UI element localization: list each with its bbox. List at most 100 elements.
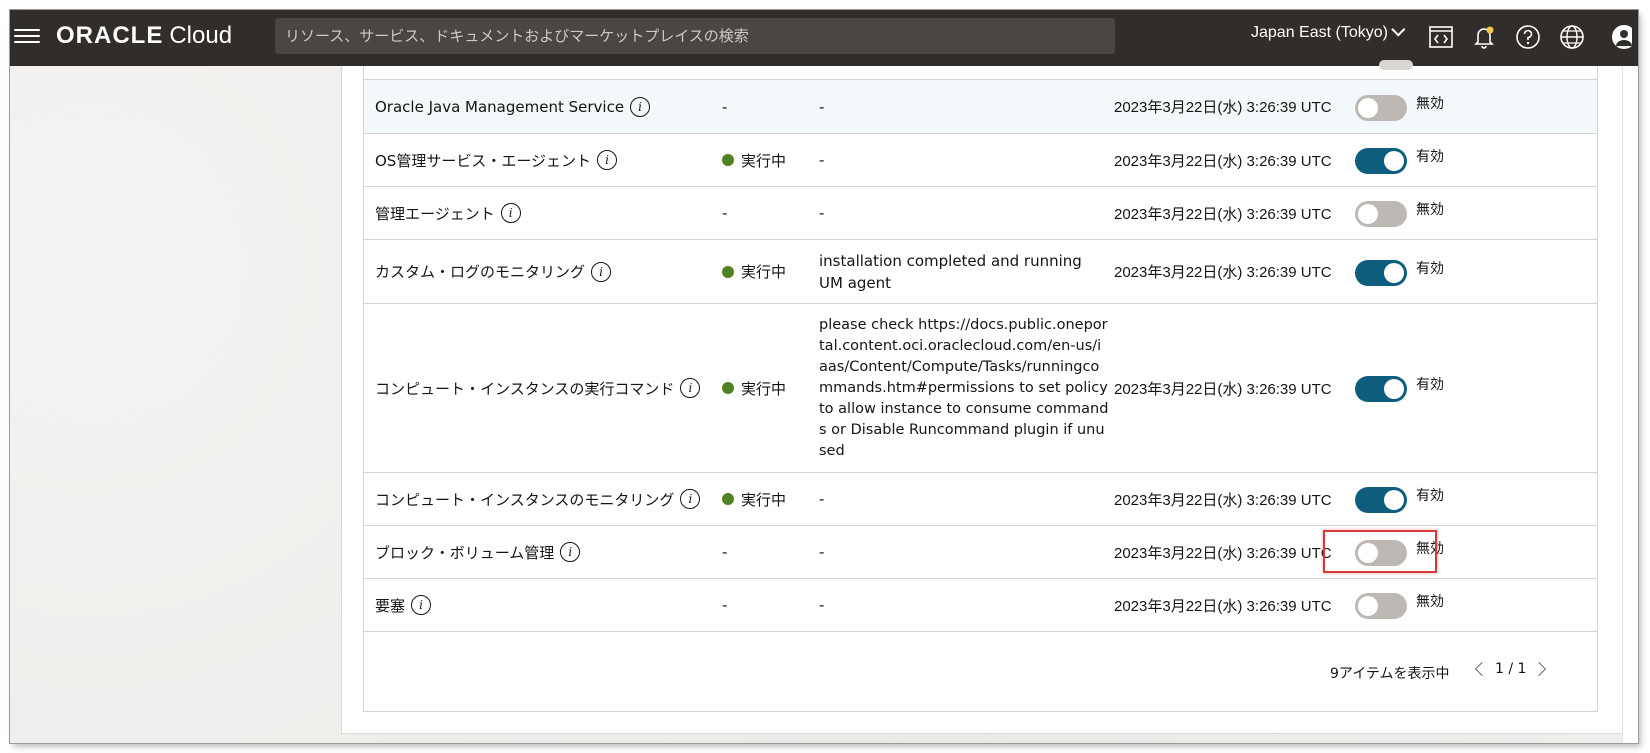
menu-icon[interactable] (14, 25, 40, 45)
region-selector[interactable]: Japan East (Tokyo) (1251, 22, 1406, 42)
updated-cell: 2023年3月22日(水) 3:26:39 UTC (1114, 526, 1354, 578)
status-cell: - (722, 526, 817, 578)
toggle-knob (1358, 204, 1378, 224)
logo-brand: ORACLE (56, 22, 164, 49)
updated-cell: 2023年3月22日(水) 3:26:39 UTC (1114, 134, 1354, 186)
info-icon[interactable]: i (560, 542, 581, 562)
updated-cell: 2023年3月22日(水) 3:26:39 UTC (1114, 579, 1354, 631)
status-text: 実行中 (741, 151, 787, 170)
message-text: - (819, 596, 825, 614)
info-icon[interactable]: i (411, 595, 432, 615)
status-cell: 実行中 (722, 304, 817, 472)
app-window: ORACLE Cloud Japan East (Tokyo) (10, 10, 1638, 743)
message-text: - (819, 151, 825, 169)
info-icon[interactable]: i (680, 378, 701, 398)
running-status-icon (722, 382, 734, 394)
table-row: 管理エージェント i - - 2023年3月22日(水) 3:26:39 UTC … (364, 187, 1597, 240)
bell-icon[interactable] (1469, 22, 1499, 52)
info-icon[interactable]: i (630, 96, 651, 117)
plugin-toggle[interactable] (1355, 148, 1407, 174)
chevron-left-icon[interactable] (1474, 661, 1490, 677)
chevron-down-icon (1391, 22, 1406, 37)
plugin-name: カスタム・ログのモニタリング (375, 263, 586, 281)
plugin-name-cell: 要塞 i (375, 579, 725, 631)
code-editor-icon[interactable] (1426, 22, 1456, 52)
scrollbar[interactable] (1622, 66, 1638, 743)
plugin-toggle[interactable] (1355, 593, 1407, 619)
status-cell: 実行中 (722, 240, 817, 303)
status-text: 実行中 (741, 263, 787, 281)
updated-text: 2023年3月22日(水) 3:26:39 UTC (1114, 99, 1332, 116)
plugin-name: OS管理サービス・エージェント (375, 151, 592, 170)
plugin-name: コンピュート・インスタンスのモニタリング (375, 490, 675, 509)
toggle-label: 有効 (1416, 260, 1444, 277)
plugins-table: Oracle Java Management Service i - - 2023… (363, 60, 1598, 712)
plugin-toggle[interactable] (1355, 376, 1407, 402)
toggle-knob (1384, 151, 1404, 171)
status-text: - (722, 543, 728, 561)
info-icon[interactable]: i (591, 261, 612, 282)
status-cell: 実行中 (722, 134, 817, 186)
message-text: - (819, 543, 825, 561)
toggle-label: 有効 (1416, 149, 1444, 165)
table-row-partial (364, 60, 1597, 80)
plugin-toggle[interactable] (1355, 259, 1407, 286)
toggle-cell: 無効 (1355, 526, 1465, 578)
updated-cell: 2023年3月22日(水) 3:26:39 UTC (1114, 187, 1354, 239)
plugin-toggle[interactable] (1355, 201, 1407, 227)
toggle-label: 無効 (1416, 541, 1444, 557)
table-row: ブロック・ボリューム管理 i - - 2023年3月22日(水) 3:26:39 … (364, 526, 1597, 579)
updated-cell: 2023年3月22日(水) 3:26:39 UTC (1114, 473, 1354, 525)
info-icon[interactable]: i (597, 150, 618, 170)
message-text: installation completed and running UM ag… (819, 251, 1082, 292)
globe-icon[interactable] (1557, 22, 1587, 52)
toggle-cell: 無効 (1355, 579, 1465, 631)
toggle-cell: 無効 (1355, 187, 1465, 239)
updated-text: 2023年3月22日(水) 3:26:39 UTC (1114, 264, 1332, 281)
toggle-label: 有効 (1416, 488, 1444, 504)
message-cell: please check https://docs.public.oneport… (819, 304, 1109, 472)
updated-text: 2023年3月22日(水) 3:26:39 UTC (1114, 152, 1332, 170)
plugin-name-cell: カスタム・ログのモニタリング i (375, 240, 725, 303)
running-status-icon (722, 154, 734, 166)
plugin-toggle[interactable] (1355, 487, 1407, 513)
running-status-icon (722, 265, 734, 278)
updated-cell: 2023年3月22日(水) 3:26:39 UTC (1114, 304, 1354, 472)
updated-cell: 2023年3月22日(水) 3:26:39 UTC (1114, 80, 1354, 133)
toggle-cell: 有効 (1355, 240, 1465, 303)
updated-text: 2023年3月22日(水) 3:26:39 UTC (1114, 491, 1332, 509)
chevron-right-icon[interactable] (1532, 661, 1547, 677)
plugin-toggle[interactable] (1355, 94, 1407, 121)
status-cell: - (722, 187, 817, 239)
message-cell: - (819, 526, 1109, 578)
partial-toggle (1379, 60, 1413, 70)
toggle-label: 無効 (1416, 594, 1444, 610)
toggle-cell: 有効 (1355, 134, 1465, 186)
plugin-toggle[interactable] (1355, 540, 1407, 566)
info-icon[interactable]: i (500, 203, 521, 223)
status-cell: 実行中 (722, 473, 817, 525)
message-text: - (819, 490, 825, 508)
table-row: カスタム・ログのモニタリング i 実行中 installation complet… (364, 240, 1597, 304)
plugin-name: ブロック・ボリューム管理 (375, 543, 555, 562)
toggle-knob (1358, 543, 1378, 563)
plugin-name: 管理エージェント (375, 204, 495, 223)
help-icon[interactable] (1513, 22, 1543, 52)
table-row: Oracle Java Management Service i - - 2023… (364, 80, 1597, 134)
search-box[interactable] (275, 18, 1115, 54)
updated-text: 2023年3月22日(水) 3:26:39 UTC (1114, 597, 1332, 615)
search-input[interactable] (285, 27, 1115, 45)
plugin-name-cell: Oracle Java Management Service i (375, 80, 725, 133)
message-cell: - (819, 80, 1109, 133)
profile-icon[interactable] (1602, 22, 1632, 52)
region-label: Japan East (Tokyo) (1251, 24, 1388, 41)
updated-text: 2023年3月22日(水) 3:26:39 UTC (1114, 380, 1332, 398)
plugin-name: コンピュート・インスタンスの実行コマンド (375, 379, 675, 398)
table-row: 要塞 i - - 2023年3月22日(水) 3:26:39 UTC 無効 (364, 579, 1597, 632)
oracle-cloud-logo[interactable]: ORACLE Cloud (56, 22, 232, 50)
info-icon[interactable]: i (680, 489, 701, 509)
toggle-knob (1384, 379, 1404, 399)
toggle-cell: 有効 (1355, 304, 1465, 472)
table-footer: 9アイテムを表示中 1 / 1 (364, 649, 1597, 697)
logo-product: Cloud (169, 22, 233, 49)
